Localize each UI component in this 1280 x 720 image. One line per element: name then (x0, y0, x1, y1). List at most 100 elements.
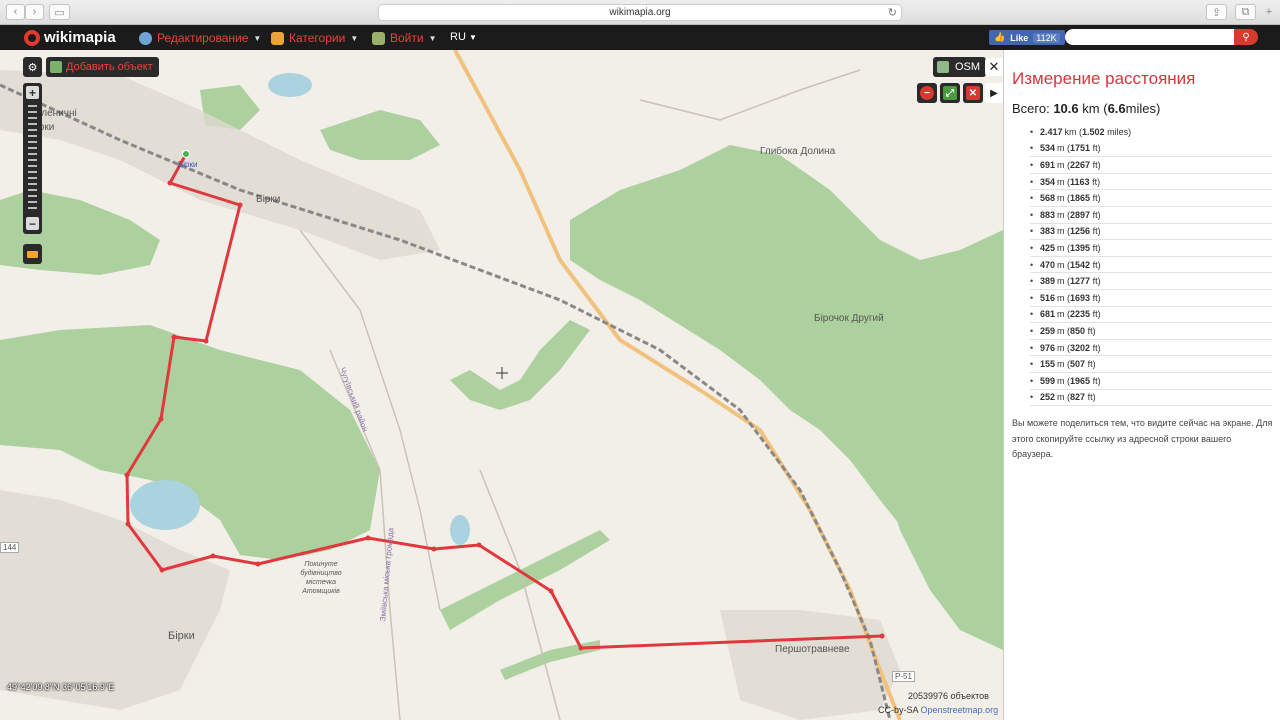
zoom-control[interactable]: + − (23, 83, 42, 234)
login-icon (372, 31, 385, 45)
segment-alt-value: 1751 (1070, 143, 1091, 154)
zoom-tick[interactable] (28, 159, 37, 161)
segment-alt-value: 1395 (1070, 242, 1091, 253)
segment-alt-value: 1277 (1070, 276, 1091, 287)
map-canvas[interactable]: Бірки Бірки Зеленичні Бірки Глибока Доли… (0, 50, 1003, 720)
add-object-button[interactable]: Добавить объект (46, 57, 159, 77)
segment-item: 259m (850 ft) (1030, 323, 1272, 340)
map-label-town: Бірки (168, 630, 195, 642)
reload-icon[interactable]: ↻ (888, 6, 897, 19)
segment-item: 883m (2897 ft) (1030, 207, 1272, 224)
segment-alt-value: 850 (1070, 325, 1086, 336)
segment-value: 470 (1040, 259, 1056, 270)
panel-close-button[interactable]: ✕ (985, 58, 1003, 76)
ruler-button[interactable] (23, 244, 42, 264)
segment-item: 425m (1395 ft) (1030, 240, 1272, 257)
segment-unit: m (1057, 209, 1065, 220)
back-button[interactable]: ‹ (6, 4, 25, 20)
zoom-in-button[interactable]: + (26, 86, 39, 100)
zoom-tick[interactable] (28, 201, 37, 203)
zoom-tick[interactable] (28, 177, 37, 179)
menu-login[interactable]: Войти ▼ (372, 31, 437, 45)
map-crosshair (496, 367, 508, 379)
zoom-tick[interactable] (28, 165, 37, 167)
forest-area (870, 290, 1003, 650)
zoom-tick[interactable] (28, 153, 37, 155)
address-bar[interactable]: wikimapia.org ↻ (378, 4, 902, 21)
zoom-tick[interactable] (28, 171, 37, 173)
osm-link[interactable]: Openstreetmap.org (921, 705, 999, 715)
segment-unit: m (1057, 342, 1065, 353)
segment-alt-value: 2235 (1070, 309, 1091, 320)
share-button[interactable]: ⇪ (1206, 4, 1227, 20)
zoom-tick[interactable] (28, 147, 37, 149)
expand-icon: ⤢ (943, 86, 957, 100)
measure-remove-point-button[interactable]: − (917, 83, 937, 103)
menu-edit[interactable]: Редактирование ▼ (139, 31, 261, 45)
measure-fit-button[interactable]: ⤢ (940, 83, 960, 103)
segment-unit: m (1057, 226, 1065, 237)
caret-down-icon: ▼ (350, 33, 359, 43)
map-label-village: Першотравневе (775, 644, 850, 655)
segment-unit: m (1057, 193, 1065, 204)
segment-value: 383 (1040, 226, 1056, 237)
language-select[interactable]: RU ▼ (450, 31, 477, 43)
menu-edit-label: Редактирование (157, 31, 249, 45)
zoom-tick[interactable] (28, 129, 37, 131)
new-tab-button[interactable]: + (1262, 4, 1276, 20)
wikimapia-logo[interactable]: wikimapia (24, 29, 116, 46)
fb-like-label: Like (1010, 32, 1029, 43)
menu-categories-label: Категории (289, 31, 346, 45)
zoom-tick[interactable] (28, 105, 37, 107)
town-area (0, 490, 230, 710)
chevron-left-icon: ‹ (13, 6, 18, 18)
total-distance: Всего: 10.6 km (6.6miles) (1012, 101, 1161, 116)
url-text: wikimapia.org (609, 7, 671, 18)
settings-button[interactable]: ⚙ (23, 57, 42, 77)
panel-title: Измерение расстояния (1012, 69, 1196, 88)
map-label-poi: Покинуте будівництво містечка Атомщиків (300, 561, 342, 595)
zoom-tick[interactable] (28, 183, 37, 185)
measure-panel: Измерение расстояния Всего: 10.6 km (6.6… (1003, 50, 1280, 720)
globe-icon (139, 31, 152, 45)
facebook-like-button[interactable]: 👍 Like 112K (989, 30, 1065, 45)
zoom-tick[interactable] (28, 141, 37, 143)
zoom-tick[interactable] (28, 189, 37, 191)
segment-item: 383m (1256 ft) (1030, 224, 1272, 241)
segment-list: 2.417km (1.502 miles)534m (1751 ft)691m … (1030, 124, 1272, 407)
segment-value: 354 (1040, 176, 1056, 187)
zoom-tick[interactable] (28, 135, 37, 137)
segment-unit: m (1057, 176, 1065, 187)
search-icon: ⚲ (1242, 31, 1250, 43)
zoom-out-button[interactable]: − (26, 217, 39, 231)
panel-collapse-button[interactable]: ▶ (985, 83, 1003, 103)
segment-alt-value: 827 (1070, 392, 1086, 403)
measure-clear-button[interactable]: ✕ (963, 83, 983, 103)
menu-categories[interactable]: Категории ▼ (271, 31, 358, 45)
tabs-button[interactable]: ⧉ (1235, 4, 1256, 20)
layer-select-button[interactable]: OSM (933, 57, 987, 77)
zoom-tick[interactable] (28, 123, 37, 125)
search-button[interactable]: ⚲ (1234, 29, 1258, 45)
segment-item: 599m (1965 ft) (1030, 373, 1272, 390)
zoom-tick[interactable] (28, 111, 37, 113)
gear-icon: ⚙ (27, 61, 38, 74)
road-shield: Р-51 (892, 671, 915, 682)
cursor-coordinates: 49°42'09.8"N 36°05'16.9"E (7, 682, 115, 692)
segment-item: 155m (507 ft) (1030, 356, 1272, 373)
zoom-tick[interactable] (28, 117, 37, 119)
zoom-tick[interactable] (28, 195, 37, 197)
segment-alt-value: 2267 (1070, 159, 1091, 170)
segment-item: 691m (2267 ft) (1030, 157, 1272, 174)
segment-unit: m (1057, 292, 1065, 303)
ruler-icon (27, 250, 38, 258)
segment-value: 425 (1040, 242, 1056, 253)
total-miles-unit: miles (1125, 101, 1156, 116)
sidebar-toggle-button[interactable]: ▭ (49, 4, 70, 20)
zoom-tick[interactable] (28, 207, 37, 209)
segment-alt-value: 1693 (1070, 292, 1091, 303)
add-object-label: Добавить объект (66, 61, 153, 73)
forward-button[interactable]: › (25, 4, 44, 20)
search-input[interactable] (1065, 29, 1234, 45)
segment-alt-unit: miles (1107, 127, 1129, 138)
